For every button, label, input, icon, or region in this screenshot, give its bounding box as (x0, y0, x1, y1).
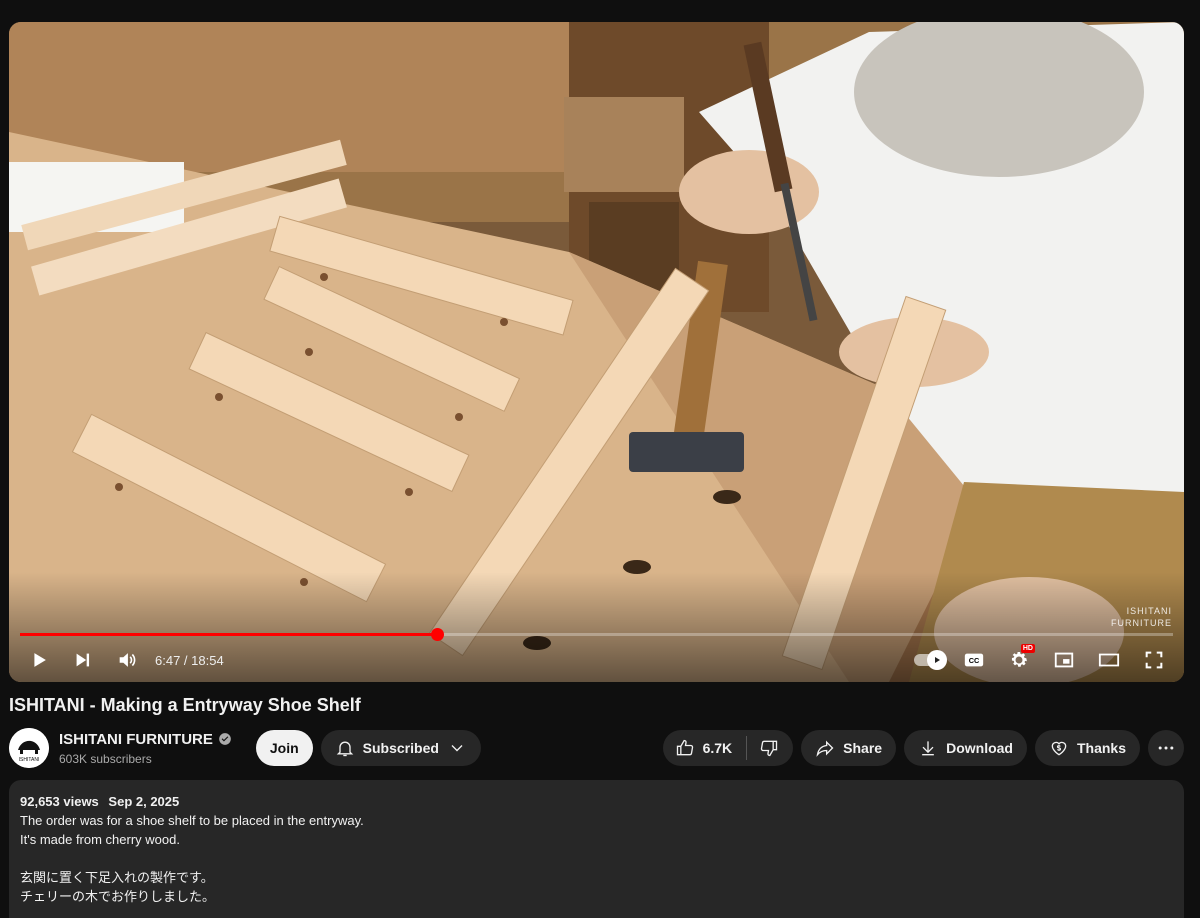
miniplayer-icon (1054, 652, 1074, 668)
thumbs-down-icon (761, 740, 778, 757)
next-button[interactable] (65, 642, 101, 678)
theater-icon (1098, 653, 1120, 667)
view-count: 92,653 views (20, 794, 99, 809)
avatar-text: ISHITANI (19, 757, 40, 763)
watermark-line-1: ISHITANI (1126, 606, 1172, 616)
subscribed-button[interactable]: Subscribed (320, 730, 481, 766)
video-player[interactable]: ISHITANI FURNITURE 6:47 / 18:54 CC HD (9, 22, 1184, 682)
subscribed-label: Subscribed (362, 740, 439, 756)
player-controls: 6:47 / 18:54 CC HD (9, 642, 1184, 678)
subscriber-count: 603K subscribers (59, 751, 152, 766)
download-button[interactable]: Download (904, 730, 1027, 766)
fullscreen-button[interactable] (1136, 642, 1172, 678)
channel-avatar[interactable]: ISHITANI (9, 728, 49, 768)
chevron-down-icon (451, 745, 463, 752)
like-button[interactable]: 6.7K (663, 730, 747, 766)
play-icon (34, 653, 46, 667)
settings-button[interactable]: HD (1001, 642, 1037, 678)
channel-name[interactable]: ISHITANI FURNITURE (59, 731, 213, 748)
cc-text: CC (969, 656, 980, 665)
volume-button[interactable] (109, 642, 145, 678)
autoplay-toggle-icon (935, 657, 940, 663)
captions-icon: CC (964, 653, 984, 667)
time-display: 6:47 / 18:54 (155, 652, 224, 668)
description-line: The order was for a shoe shelf to be pla… (20, 813, 364, 828)
watermark-line-2: FURNITURE (1111, 618, 1172, 628)
progress-played (20, 633, 438, 636)
captions-button[interactable]: CC (956, 642, 992, 678)
thanks-label: Thanks (1076, 740, 1126, 756)
description-gap (20, 849, 1173, 868)
join-button[interactable]: Join (255, 730, 313, 766)
share-icon (816, 740, 834, 757)
description-line-ja: 玄関に置く下足入れの製作です。 (20, 870, 214, 885)
description-line-ja: チェリーの木でお作りしました。 (20, 889, 216, 904)
hd-badge: HD (1020, 644, 1035, 653)
autoplay-toggle[interactable] (911, 642, 947, 678)
fullscreen-icon (1145, 651, 1163, 669)
miniplayer-button[interactable] (1046, 642, 1082, 678)
more-horizontal-icon (1158, 746, 1174, 750)
video-meta: 92,653 views Sep 2, 2025 (20, 792, 1173, 811)
youtube-watch-page: ISHITANI FURNITURE 6:47 / 18:54 CC HD IS… (0, 0, 1200, 918)
video-title: ISHITANI - Making a Entryway Shoe Shelf (9, 695, 361, 715)
channel-watermark: ISHITANI FURNITURE (1111, 605, 1172, 629)
upload-date: Sep 2, 2025 (108, 794, 180, 809)
channel-info: ISHITANI FURNITURE 603K subscribers (59, 731, 232, 766)
next-icon (76, 653, 90, 667)
thumbs-up-icon (676, 739, 693, 756)
description-line: It's made from cherry wood. (20, 832, 180, 847)
progress-bar[interactable] (20, 628, 1173, 641)
thanks-button[interactable]: Thanks (1034, 730, 1140, 766)
more-actions-button[interactable] (1148, 730, 1184, 766)
bell-icon (336, 741, 353, 757)
theater-mode-button[interactable] (1091, 642, 1127, 678)
volume-icon (119, 653, 136, 667)
download-label: Download (946, 740, 1013, 756)
thanks-heart-dollar-icon (1051, 741, 1067, 756)
description-box[interactable]: 92,653 views Sep 2, 2025 The order was f… (9, 780, 1184, 918)
play-button[interactable] (21, 642, 57, 678)
share-button[interactable]: Share (801, 730, 897, 766)
like-count: 6.7K (702, 740, 733, 756)
share-label: Share (843, 740, 883, 756)
like-dislike-group: 6.7K (662, 730, 794, 766)
avatar-logo-icon: ISHITANI (9, 728, 49, 768)
owner-row: ISHITANI ISHITANI FURNITURE 603K subscri… (9, 728, 1184, 768)
action-buttons: 6.7K Share Download Thanks (662, 730, 1184, 766)
dislike-button[interactable] (747, 730, 793, 766)
channel-name-container[interactable]: ISHITANI FURNITURE (59, 731, 232, 748)
verified-badge-icon (219, 733, 231, 745)
download-icon (922, 741, 934, 756)
